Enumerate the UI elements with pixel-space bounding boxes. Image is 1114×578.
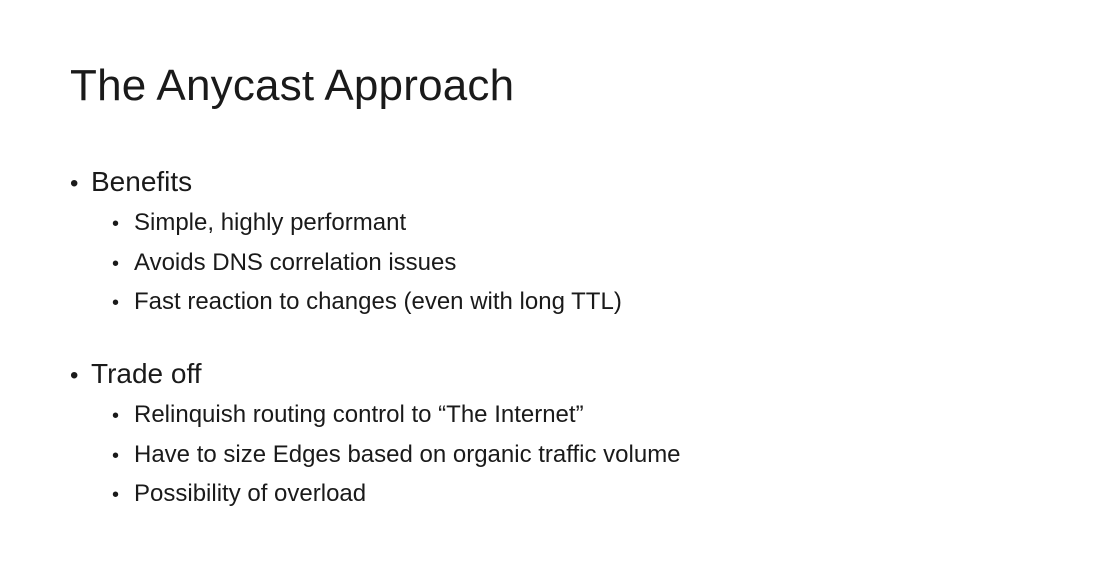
bullet-heading-benefits: • Benefits — [70, 164, 622, 202]
list-item-text: Simple, highly performant — [134, 209, 407, 236]
list-item-text: Avoids DNS correlation issues — [134, 248, 457, 276]
section-benefits: • Benefits • Simple, highly performant •… — [70, 164, 622, 323]
bullet-icon: • — [70, 170, 79, 197]
sub-bullet-list: • Simple, highly performant • Avoids DNS… — [70, 204, 622, 323]
bullet-icon: • — [112, 292, 120, 314]
slide-title: The Anycast Approach — [70, 61, 515, 110]
slide: The Anycast Approach • Benefits • Simple… — [0, 0, 1114, 578]
bullet-icon: • — [112, 444, 120, 467]
list-item: • Avoids DNS correlation issues — [70, 244, 622, 284]
section-trade-off: • Trade off • Relinquish routing control… — [70, 356, 681, 515]
list-item: • Simple, highly performant — [70, 204, 622, 244]
list-item-text: Have to size Edges based on organic traf… — [134, 440, 681, 468]
list-item-text: Relinquish routing control to “The Inter… — [134, 401, 584, 428]
bullet-icon: • — [112, 213, 120, 235]
list-item-text: Fast reaction to changes (even with long… — [134, 288, 622, 315]
list-item: • Relinquish routing control to “The Int… — [70, 396, 681, 436]
bullet-icon: • — [112, 252, 120, 275]
list-item: • Fast reaction to changes (even with lo… — [70, 283, 622, 323]
list-item: • Possibility of overload — [70, 475, 681, 515]
sub-bullet-list: • Relinquish routing control to “The Int… — [70, 396, 681, 515]
heading-label: Trade off — [91, 358, 202, 389]
bullet-icon: • — [112, 405, 120, 427]
list-item-text: Possibility of overload — [134, 480, 367, 507]
list-item: • Have to size Edges based on organic tr… — [70, 436, 681, 476]
bullet-icon: • — [112, 484, 120, 506]
heading-label: Benefits — [91, 166, 193, 197]
bullet-heading-trade-off: • Trade off — [70, 356, 681, 394]
bullet-icon: • — [70, 362, 79, 389]
